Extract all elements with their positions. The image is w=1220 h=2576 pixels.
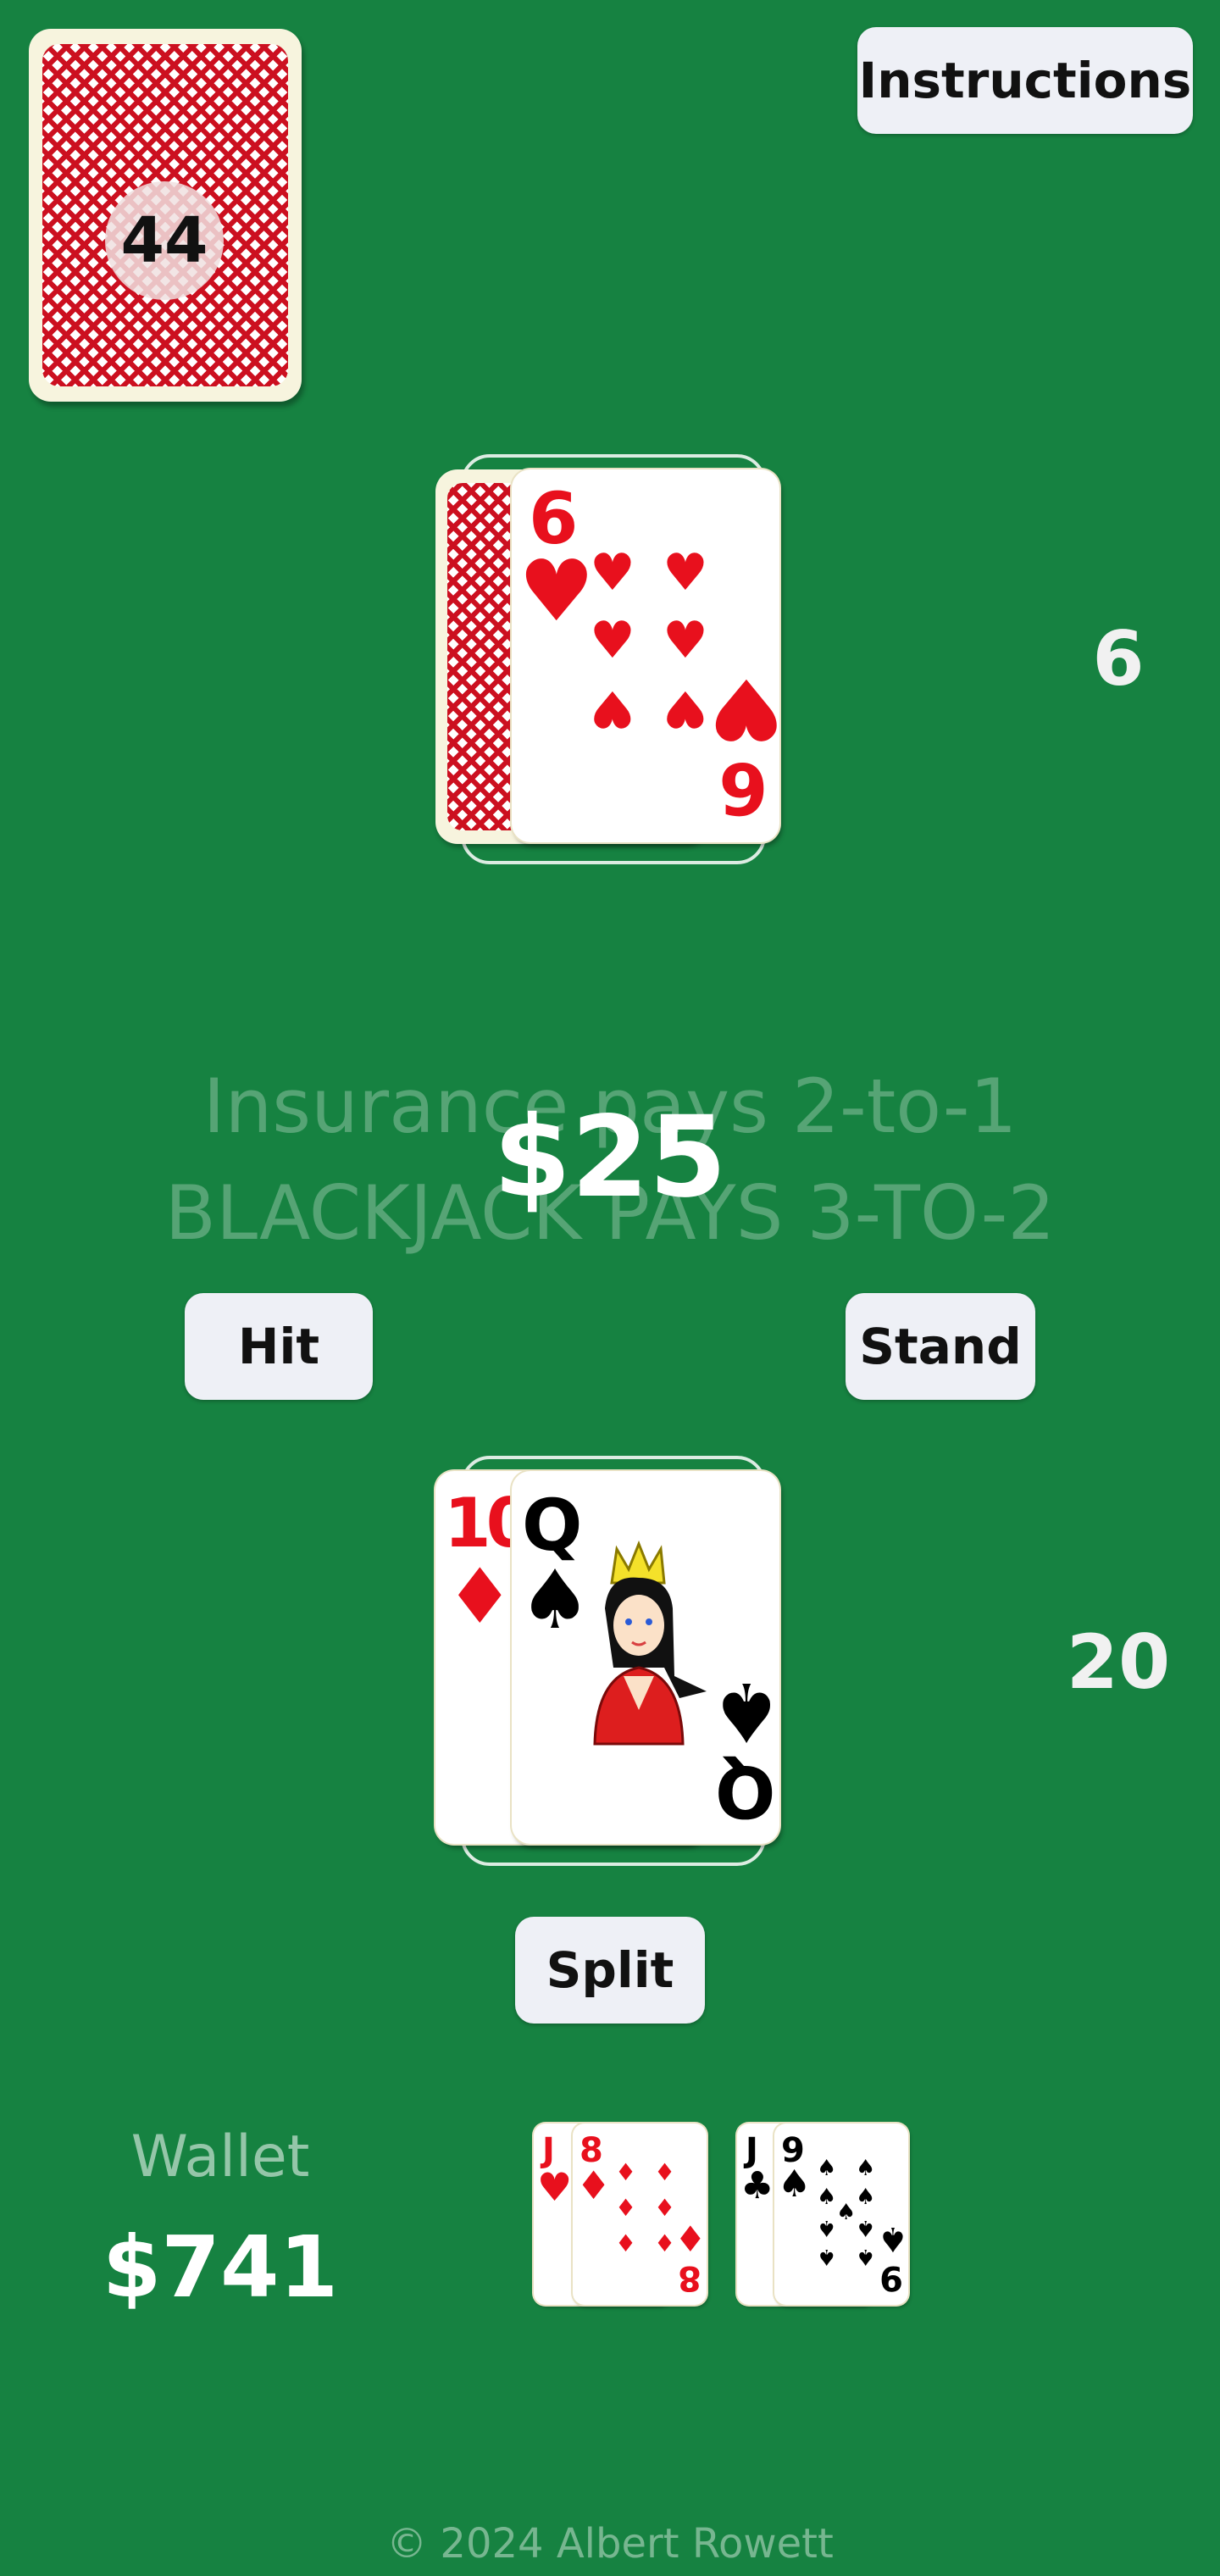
heart-icon: ♥ [663,679,708,738]
discard-card: 8 ♦ ♦ ♦ ♦ ♦ ♦ ♦ ♦ 8 [573,2124,707,2305]
card-rank-bottom: Q [715,1750,776,1833]
spade-icon: ♠ [778,2162,812,2206]
dealer-score: 6 [1092,615,1145,702]
discard-card: 9 ♠ ♠ ♠ ♠ ♠ ♠ ♠ ♠ ♠ ♠ ♠ 9 [774,2124,908,2305]
card-rank-bottom: 9 [879,2258,903,2297]
player-card-2: Q ♠ ♠ Q [512,1471,779,1844]
cards-remaining-count: 44 [120,204,208,277]
heart-icon: ♥ [518,541,595,641]
heart-icon: ♥ [537,2164,573,2210]
spade-icon: ♠ [836,2200,857,2225]
diamond-icon: ♦ [576,2162,612,2208]
spade-icon: ♠ [817,2185,837,2210]
spade-icon: ♠ [856,2185,876,2210]
card-rank-bottom: 8 [678,2258,702,2297]
diamond-icon: ♦ [654,2158,676,2186]
cards-remaining-badge: 44 [105,181,224,300]
heart-icon: ♥ [590,543,635,602]
spade-icon: ♠ [710,1664,779,1759]
spade-icon: ♠ [856,2156,876,2181]
instructions-button[interactable]: Instructions [857,27,1193,134]
spade-icon: ♠ [817,2156,837,2181]
card-rank-top: Q [522,1484,583,1567]
copyright-footer: © 2024 Albert Rowett [386,2520,834,2568]
diamond-icon: ♦ [654,2194,676,2222]
card-rank-top: J [746,2131,758,2170]
player-score: 20 [1066,1618,1171,1706]
diamond-icon: ♦ [615,2229,637,2257]
spade-icon: ♠ [817,2215,837,2240]
heart-icon: ♥ [590,611,635,670]
spade-icon: ♠ [878,2219,908,2258]
split-button[interactable]: Split [515,1917,705,2024]
wallet-label: Wallet [130,2124,310,2190]
diamond-icon: ♦ [654,2229,676,2257]
spade-icon: ♠ [856,2215,876,2240]
diamond-icon: ♦ [446,1552,514,1641]
queen-figure-icon [593,1541,707,1746]
diamond-icon: ♦ [615,2158,637,2186]
card-shoe: 44 [29,29,302,402]
stand-button[interactable]: Stand [846,1293,1035,1400]
wallet-amount: $741 [102,2218,339,2317]
heart-icon: ♥ [663,611,708,670]
heart-icon: ♥ [708,659,779,758]
bet-amount: $25 [493,1092,727,1223]
card-rank-bottom: 6 [718,747,768,830]
diamond-icon: ♦ [615,2194,637,2222]
dealer-up-card: 6 ♥ ♥ ♥ ♥ ♥ ♥ ♥ ♥ 6 [512,469,779,842]
spade-icon: ♠ [856,2244,876,2269]
card-rank-top: J [542,2131,555,2170]
diamond-icon: ♦ [674,2218,707,2260]
club-icon: ♣ [740,2164,774,2207]
heart-icon: ♥ [663,543,708,602]
heart-icon: ♥ [590,679,635,738]
spade-icon: ♠ [817,2244,837,2269]
hit-button[interactable]: Hit [185,1293,373,1400]
